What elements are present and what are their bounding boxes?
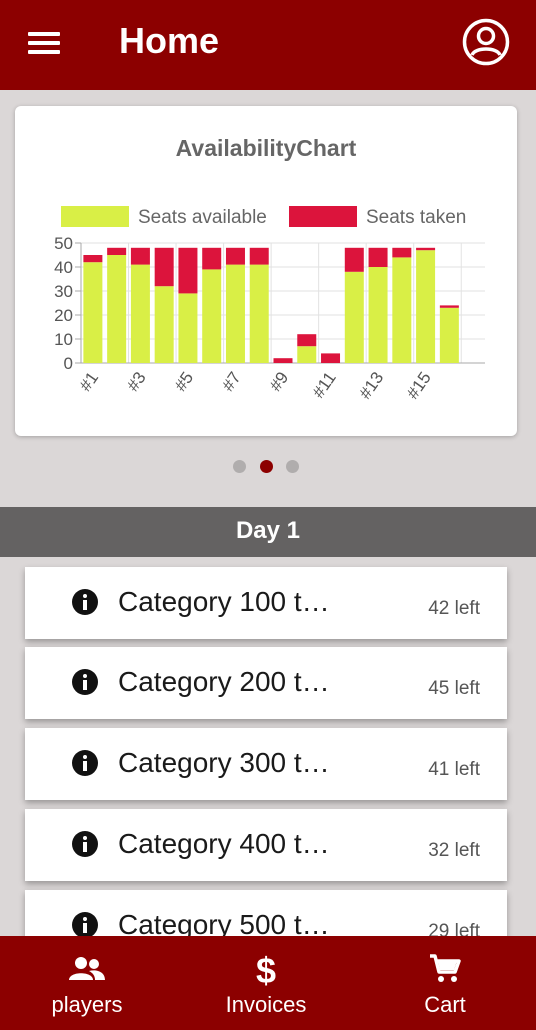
bar-seats-taken xyxy=(439,305,459,308)
pager-dot-2[interactable] xyxy=(260,460,273,473)
section-header: Day 1 xyxy=(0,507,536,557)
seats-left: 42 left xyxy=(428,598,480,619)
y-tick-label: 30 xyxy=(54,282,73,301)
seats-left: 29 left xyxy=(428,921,480,936)
legend-swatch-seats-available xyxy=(61,206,129,227)
bar-seats-taken xyxy=(130,247,150,265)
account-circle-icon[interactable] xyxy=(462,18,510,66)
menu-icon[interactable] xyxy=(28,30,62,56)
bar-seats-taken xyxy=(154,247,174,287)
list-item[interactable]: Category 400 t… 32 left xyxy=(25,809,507,881)
nav-invoices[interactable]: $ Invoices xyxy=(215,936,317,1030)
x-tick-label: #9 xyxy=(266,368,292,394)
y-tick-label: 20 xyxy=(54,306,73,325)
bar-seats-available xyxy=(368,267,388,363)
app-bar: Home xyxy=(0,0,536,90)
bar-seats-available xyxy=(344,271,364,363)
category-list[interactable]: Category 100 t… 42 left Category 200 t… … xyxy=(0,557,536,936)
cart-icon xyxy=(430,954,461,982)
nav-cart[interactable]: Cart xyxy=(410,936,480,1030)
bar-seats-available xyxy=(154,286,174,363)
y-tick-label: 10 xyxy=(54,330,73,349)
bar-seats-taken xyxy=(202,247,222,270)
availability-chart-card: AvailabilityChart Seats available Seats ta… xyxy=(15,106,517,436)
bar-seats-available xyxy=(249,264,269,363)
nav-label-invoices: Invoices xyxy=(225,992,307,1017)
bar-seats-taken xyxy=(297,334,317,347)
dollar-icon: $ xyxy=(256,952,276,988)
svg-text:$: $ xyxy=(256,952,276,988)
info-icon[interactable] xyxy=(72,750,98,776)
x-tick-label: #5 xyxy=(171,368,197,394)
bar-seats-taken xyxy=(321,353,341,363)
bar-seats-available xyxy=(83,262,103,363)
category-name: Category 200 t… xyxy=(118,666,330,697)
bar-seats-available xyxy=(416,250,436,363)
info-icon[interactable] xyxy=(72,831,98,857)
list-item[interactable]: Category 200 t… 45 left xyxy=(25,647,507,719)
legend-label-seats-taken: Seats taken xyxy=(366,207,466,228)
legend-label-seats-available: Seats available xyxy=(138,207,267,228)
pager-dot-3[interactable] xyxy=(286,460,299,473)
seats-left: 32 left xyxy=(428,840,480,861)
bar-seats-taken xyxy=(178,247,198,294)
list-item[interactable]: Category 300 t… 41 left xyxy=(25,728,507,800)
bar-seats-taken xyxy=(416,247,436,251)
y-tick-label: 50 xyxy=(54,234,73,253)
info-icon[interactable] xyxy=(72,669,98,695)
seats-left: 45 left xyxy=(428,678,480,699)
availability-chart: AvailabilityChart Seats available Seats ta… xyxy=(54,135,485,403)
x-tick-label: #7 xyxy=(218,368,244,394)
bar-seats-available xyxy=(202,269,222,363)
x-tick-label: #15 xyxy=(403,368,435,402)
bar-seats-taken xyxy=(83,255,103,263)
y-tick-label: 40 xyxy=(54,258,73,277)
bar-seats-taken xyxy=(368,247,388,267)
bar-seats-available xyxy=(392,257,412,363)
people-icon xyxy=(69,957,105,980)
bar-seats-available xyxy=(297,346,317,363)
bar-seats-available xyxy=(130,264,150,363)
nav-label-players: players xyxy=(51,992,123,1017)
x-tick-label: #13 xyxy=(355,368,387,402)
category-name: Category 100 t… xyxy=(118,586,330,617)
bar-seats-taken xyxy=(392,247,412,258)
bar-seats-taken xyxy=(273,358,293,363)
legend-swatch-seats-taken xyxy=(289,206,357,227)
category-name: Category 300 t… xyxy=(118,747,330,778)
x-tick-label: #3 xyxy=(123,368,149,394)
category-name: Category 500 t… xyxy=(118,909,330,936)
list-item[interactable]: Category 500 t… 29 left xyxy=(25,890,507,936)
bar-seats-taken xyxy=(107,247,127,255)
bar-seats-available xyxy=(225,264,245,363)
info-icon[interactable] xyxy=(72,912,98,936)
x-tick-label: #1 xyxy=(76,368,102,394)
bar-seats-taken xyxy=(344,247,364,272)
bar-seats-available xyxy=(178,293,198,363)
list-item[interactable]: Category 100 t… 42 left xyxy=(25,567,507,639)
pager-dot-1[interactable] xyxy=(233,460,246,473)
y-tick-label: 0 xyxy=(64,354,73,373)
bar-seats-available xyxy=(107,255,127,363)
chart-title: AvailabilityChart xyxy=(176,135,357,161)
nav-players[interactable]: players xyxy=(40,936,134,1030)
info-icon[interactable] xyxy=(72,589,98,615)
bar-seats-taken xyxy=(249,247,269,265)
nav-label-cart: Cart xyxy=(424,992,466,1017)
bar-seats-taken xyxy=(225,247,245,265)
seats-left: 41 left xyxy=(428,759,480,780)
x-tick-label: #11 xyxy=(309,368,340,401)
page-title: Home xyxy=(119,20,220,61)
category-name: Category 400 t… xyxy=(118,828,330,859)
bar-seats-available xyxy=(439,307,459,363)
bottom-nav: players $ Invoices Cart xyxy=(0,936,536,1030)
